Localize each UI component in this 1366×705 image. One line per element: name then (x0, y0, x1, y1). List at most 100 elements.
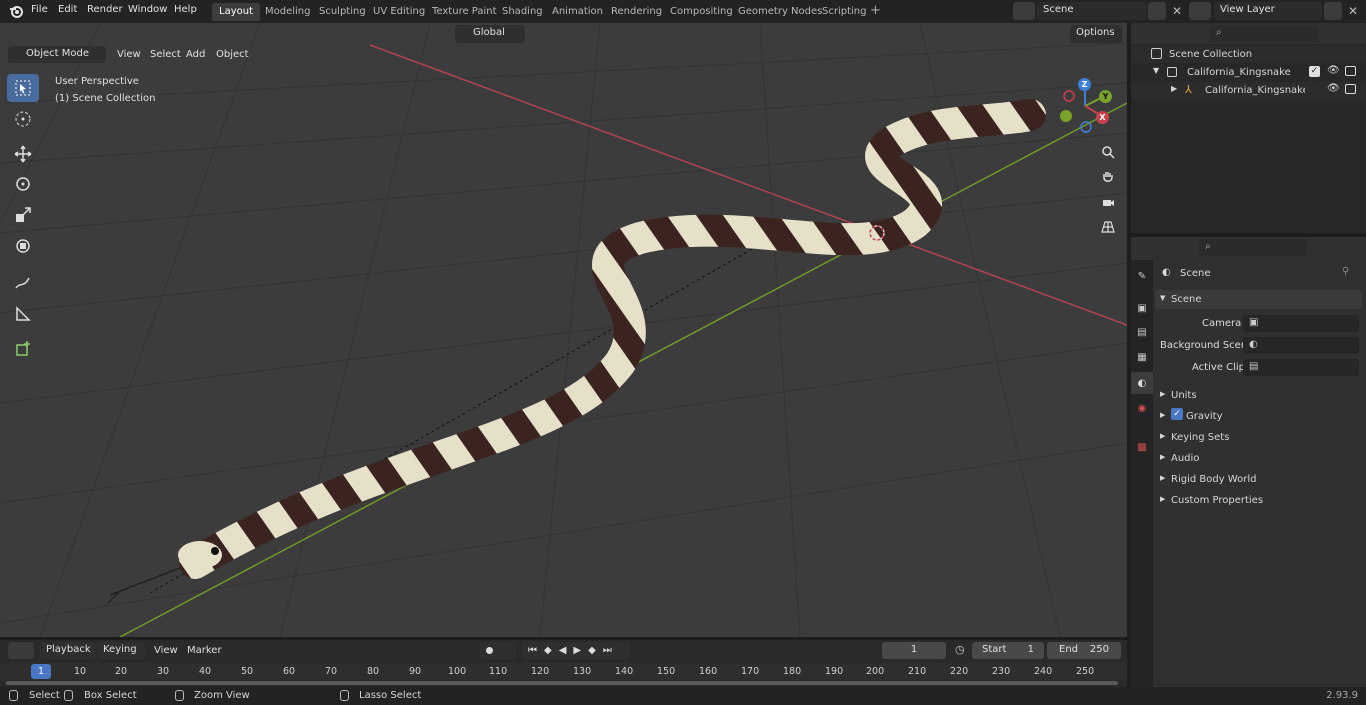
visibility-eye-icon[interactable]: 👁 (1327, 83, 1340, 94)
tab-scripting[interactable]: Scripting (815, 3, 873, 21)
gravity-checkbox[interactable]: ✓ (1171, 408, 1183, 420)
tab-texture-paint[interactable]: Texture Paint (425, 3, 504, 21)
play-icon[interactable]: ▶ (573, 645, 588, 656)
measure-tool-icon[interactable] (7, 300, 39, 328)
cursor-tool-icon[interactable] (7, 105, 39, 133)
timeline-scrollbar[interactable] (6, 681, 1118, 685)
view-layer-browse-icon[interactable] (1189, 2, 1211, 20)
menu-render[interactable]: Render (87, 4, 123, 15)
rigid-body-world-panel-header[interactable]: ▶ Rigid Body World (1155, 470, 1362, 489)
view-layer-field[interactable]: View Layer (1214, 2, 1322, 20)
output-properties-tab-icon[interactable]: ▤ (1131, 321, 1153, 343)
tab-uv-editing[interactable]: UV Editing (366, 3, 432, 21)
tab-layout[interactable]: Layout (212, 3, 260, 21)
timeline-menu-view[interactable]: View (154, 645, 178, 656)
playback-menu[interactable]: Playback (40, 642, 96, 659)
scene-field[interactable]: Scene (1037, 2, 1147, 20)
mode-select[interactable]: Object Mode (8, 46, 106, 63)
outliner-search-input[interactable]: ⌕ (1210, 25, 1318, 42)
delete-scene-icon[interactable]: ✕ (1168, 2, 1186, 20)
prev-keyframe-icon[interactable]: ◆ (544, 645, 559, 656)
scale-tool-icon[interactable] (7, 201, 39, 229)
blender-logo-icon[interactable] (8, 3, 24, 22)
menu-window[interactable]: Window (128, 4, 167, 15)
audio-panel-header[interactable]: ▶ Audio (1155, 449, 1362, 468)
units-panel-header[interactable]: ▶ Units (1155, 386, 1362, 405)
active-clip-field[interactable]: ▤ (1243, 359, 1359, 376)
options-button[interactable]: Options (1070, 25, 1122, 43)
pin-icon[interactable]: ⚲ (1342, 266, 1349, 277)
jump-end-icon[interactable]: ⏭ (603, 645, 619, 656)
playback-controls[interactable]: ⏮◆◀▶◆⏭ (522, 642, 630, 659)
snake-body[interactable] (179, 99, 1046, 579)
end-frame-field[interactable]: End 250 (1047, 642, 1121, 659)
transform-tool-icon[interactable] (7, 232, 39, 260)
tab-modeling[interactable]: Modeling (258, 3, 318, 21)
render-camera-icon[interactable] (1345, 66, 1356, 76)
zoom-icon[interactable] (1097, 141, 1119, 163)
stopwatch-icon[interactable]: ◷ (955, 643, 965, 656)
annotate-tool-icon[interactable] (7, 269, 39, 297)
keying-menu[interactable]: Keying (97, 642, 145, 659)
perspective-grid-icon[interactable] (1097, 216, 1119, 238)
gizmo-y-axis[interactable]: Y (1099, 90, 1112, 103)
expand-arrow-icon[interactable]: ▶ (1171, 84, 1177, 93)
pan-hand-icon[interactable] (1097, 166, 1119, 188)
play-reverse-icon[interactable]: ◀ (559, 645, 574, 656)
scene-browse-icon[interactable] (1013, 2, 1035, 20)
viewport-menu-view[interactable]: View (117, 49, 141, 60)
gravity-panel-header[interactable]: ▶ ✓ Gravity (1155, 407, 1362, 426)
exclude-checkbox[interactable]: ✓ (1309, 66, 1320, 77)
keying-sets-panel-header[interactable]: ▶ Keying Sets (1155, 428, 1362, 447)
world-properties-tab-icon[interactable]: ◉ (1131, 397, 1153, 419)
navigation-gizmo[interactable]: Z Y X (1055, 78, 1115, 134)
custom-properties-panel-header[interactable]: ▶ Custom Properties (1155, 491, 1362, 510)
view-layer-tab-icon[interactable]: ▦ (1131, 346, 1153, 368)
viewport-menu-object[interactable]: Object (216, 49, 249, 60)
tool-properties-tab-icon[interactable]: ✎ (1131, 265, 1153, 287)
gizmo-x-axis[interactable]: X (1096, 111, 1109, 124)
add-workspace-icon[interactable]: + (870, 4, 881, 17)
orientation-select[interactable]: Global (455, 25, 525, 43)
move-tool-icon[interactable] (7, 140, 39, 168)
tab-sculpting[interactable]: Sculpting (312, 3, 373, 21)
outliner-row-collection[interactable]: ▼ California_Kingsnake ✓ 👁 (1131, 64, 1366, 81)
expand-arrow-icon[interactable]: ▼ (1153, 66, 1159, 75)
editor-type-icon[interactable] (8, 642, 34, 659)
camera-view-icon[interactable] (1097, 191, 1119, 213)
render-properties-tab-icon[interactable]: ▣ (1131, 297, 1153, 319)
menu-file[interactable]: File (31, 4, 48, 15)
start-frame-field[interactable]: Start 1 (972, 642, 1044, 659)
texture-properties-tab-icon[interactable]: ▩ (1131, 436, 1153, 458)
scene-properties-tab-icon[interactable]: ◐ (1131, 372, 1153, 394)
scene-panel-header[interactable]: ▼ Scene (1155, 290, 1362, 309)
jump-start-icon[interactable]: ⏮ (528, 645, 544, 656)
viewport-menu-select[interactable]: Select (150, 49, 181, 60)
select-tool-icon[interactable] (7, 74, 39, 102)
gizmo-z-axis[interactable]: Z (1078, 78, 1091, 91)
tab-rendering[interactable]: Rendering (604, 3, 669, 21)
new-scene-icon[interactable] (1148, 2, 1166, 20)
3d-viewport[interactable]: Object Mode View Select Add Object Globa… (0, 23, 1127, 637)
new-view-layer-icon[interactable] (1324, 2, 1342, 20)
viewport-menu-add[interactable]: Add (186, 49, 205, 60)
next-keyframe-icon[interactable]: ◆ (588, 645, 603, 656)
snake-head[interactable] (178, 541, 222, 569)
delete-view-layer-icon[interactable]: ✕ (1344, 2, 1362, 20)
properties-search-input[interactable]: ⌕ (1199, 239, 1307, 256)
current-frame-field[interactable]: 1 (882, 642, 946, 659)
menu-help[interactable]: Help (174, 4, 197, 15)
tab-shading[interactable]: Shading (495, 3, 550, 21)
timeline-scrollbar-thumb[interactable] (6, 681, 1118, 685)
render-camera-icon[interactable] (1345, 84, 1356, 94)
timeline-menu-marker[interactable]: Marker (187, 645, 222, 656)
visibility-eye-icon[interactable]: 👁 (1327, 65, 1340, 76)
timeline-editor[interactable]: Playback Keying View Marker ⏮◆◀▶◆⏭ 1 ◷ S… (0, 640, 1127, 687)
outliner-row-scene-collection[interactable]: Scene Collection (1131, 46, 1366, 63)
tab-animation[interactable]: Animation (545, 3, 610, 21)
rotate-tool-icon[interactable] (7, 170, 39, 198)
outliner-row-object[interactable]: ▶ ⅄ California_Kingsnake_00 👁 (1131, 82, 1366, 99)
camera-field[interactable]: ▣ (1243, 315, 1359, 332)
background-scene-field[interactable]: ◐ (1243, 337, 1359, 354)
tab-compositing[interactable]: Compositing (663, 3, 740, 21)
